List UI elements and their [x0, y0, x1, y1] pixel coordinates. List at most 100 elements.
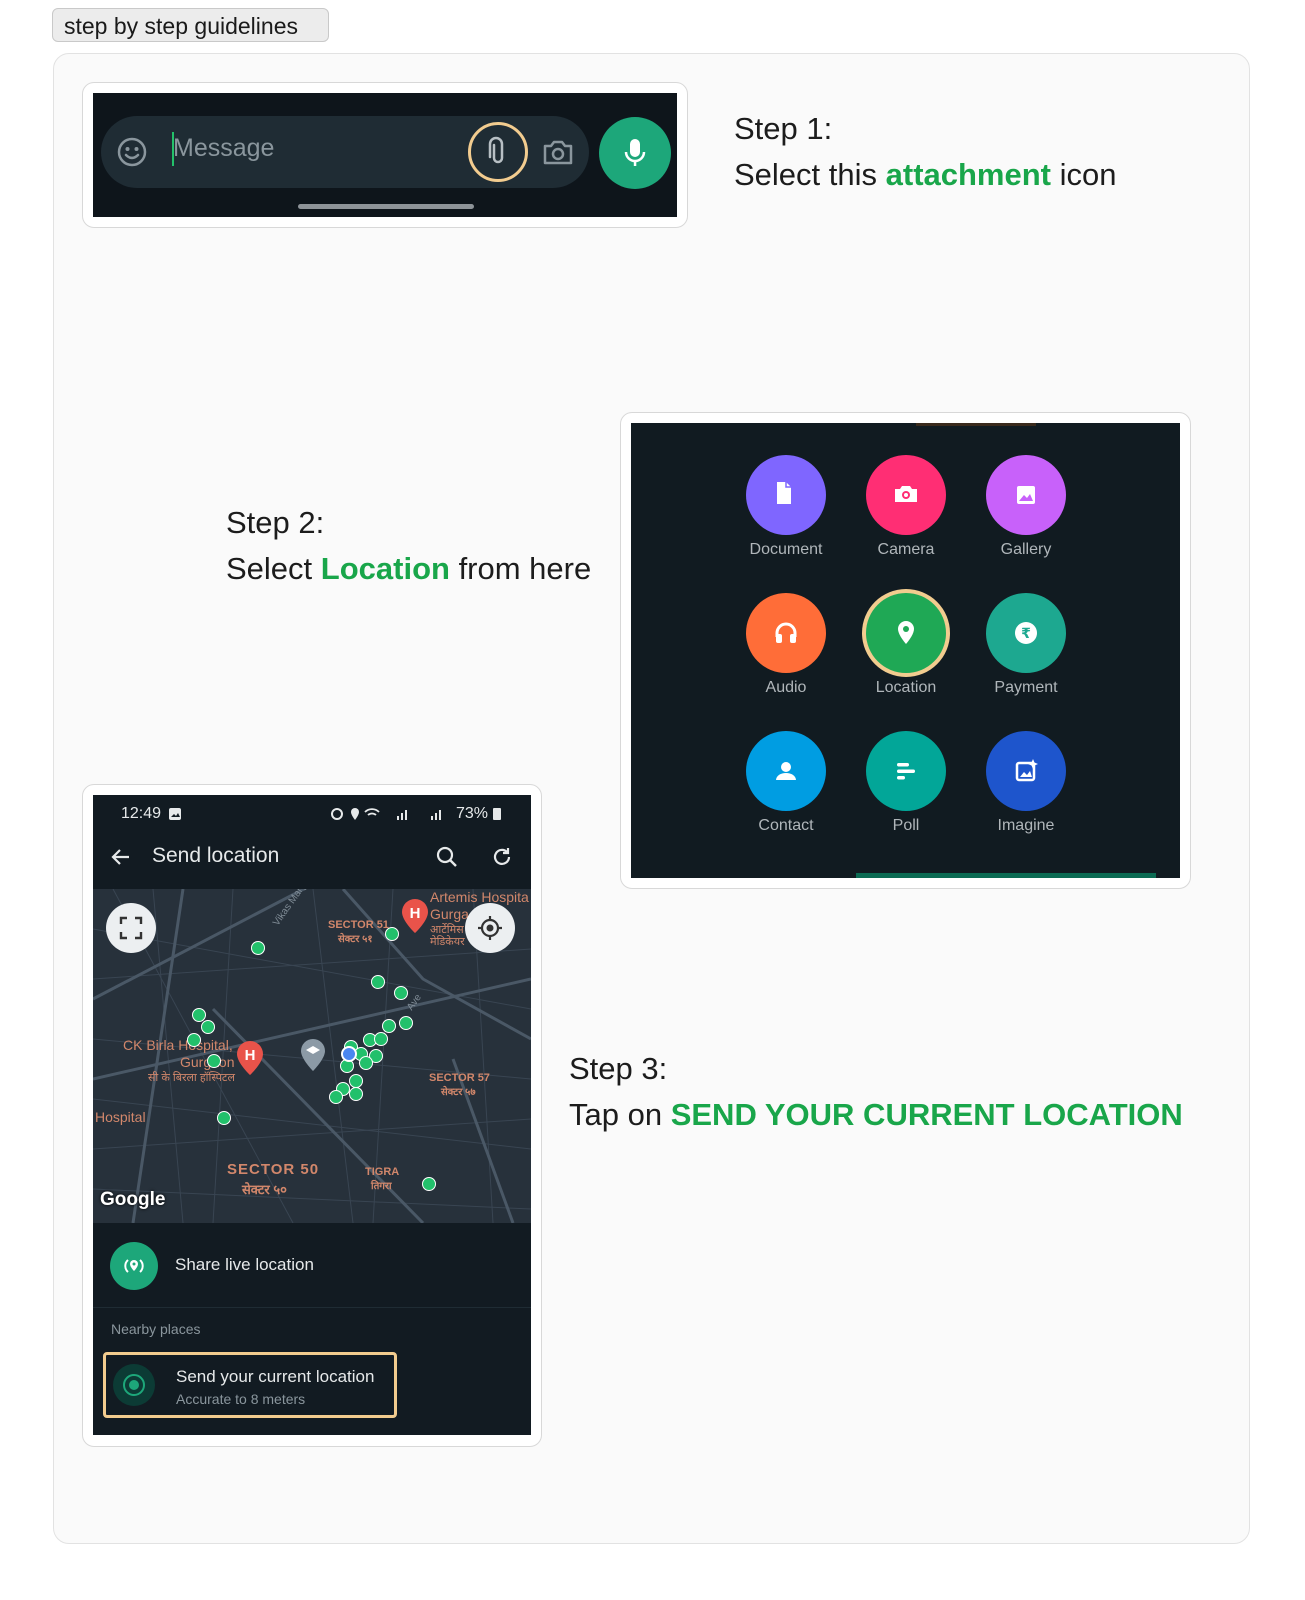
attach-audio-label: Audio	[765, 679, 807, 696]
map-place-dot	[217, 1111, 231, 1125]
share-live-location-row[interactable]: Share live location	[93, 1223, 531, 1308]
attach-location-button[interactable]	[866, 593, 946, 673]
map-place-dot	[399, 1016, 413, 1030]
document-icon	[777, 482, 791, 504]
send-current-label: Send your current location	[176, 1367, 375, 1386]
map-label-gurga: Gurga	[430, 906, 469, 922]
accuracy-label: Accurate to 8 meters	[176, 1391, 306, 1407]
search-icon[interactable]	[435, 845, 459, 869]
attach-location-label: Location	[875, 679, 937, 696]
svg-text:H: H	[245, 1047, 256, 1064]
map-place-dot	[374, 1032, 388, 1046]
rupee-icon: ₹	[1015, 622, 1037, 644]
message-placeholder: Message	[173, 134, 275, 162]
attach-camera-button[interactable]	[866, 455, 946, 535]
fullscreen-button[interactable]	[106, 903, 156, 953]
send-location-screenshot: 12:49 73% Send location Artemis Hospita …	[93, 795, 531, 1435]
map-label-artemis: Artemis Hospita	[430, 889, 529, 905]
attachment-icon[interactable]	[482, 136, 514, 168]
map-label-sector50: SECTOR 50	[227, 1161, 320, 1178]
map-label-sector57-hi: सेक्टर ५७	[441, 1087, 476, 1098]
map-label-tigra-hi: तिगरा	[371, 1181, 392, 1192]
step3-screenshot-card: 12:49 73% Send location Artemis Hospita …	[82, 784, 542, 1447]
map-place-dot	[251, 941, 265, 955]
location-pin-icon	[898, 621, 914, 644]
attach-contact-label: Contact	[758, 817, 814, 834]
map-view[interactable]: Artemis Hospita Gurga आर्टेमिस मेडिकेयर …	[93, 889, 531, 1223]
attachment-menu-screenshot: Document Camera Gallery Audio Location ₹ Payme…	[631, 423, 1180, 878]
step1-highlight: attachment	[885, 157, 1051, 192]
camera-icon[interactable]	[541, 136, 575, 168]
map-place-dot	[371, 975, 385, 989]
svg-text:H: H	[410, 905, 421, 922]
mic-icon	[624, 139, 646, 166]
current-location-marker	[341, 1046, 357, 1062]
status-time: 12:49	[121, 805, 162, 822]
send-current-location-row[interactable]: Send your current location Accurate to 8…	[103, 1352, 397, 1418]
attach-document-button[interactable]	[746, 455, 826, 535]
share-live-label: Share live location	[175, 1255, 314, 1274]
map-place-dot	[207, 1054, 221, 1068]
step2-instruction: Step 2: Select Location from here	[226, 500, 591, 592]
battery-percent: 73%	[456, 805, 489, 822]
mic-button[interactable]	[599, 117, 671, 189]
map-label-ckbirla-hi: सी के बिरला हॉस्पिटल	[148, 1072, 235, 1084]
imagine-icon	[1015, 759, 1038, 782]
map-label-medicare-hi: मेडिकेयर	[430, 936, 465, 948]
my-location-button[interactable]	[465, 903, 515, 953]
map-label-tigra: TIGRA	[365, 1166, 400, 1178]
gallery-status-icon	[169, 808, 181, 820]
attach-poll-label: Poll	[892, 817, 920, 834]
step1-instruction: Step 1: Select this attachment icon	[734, 106, 1116, 198]
step3-title: Step 3:	[569, 1051, 668, 1086]
refresh-icon[interactable]	[490, 845, 514, 869]
map-label-hospital: Hospital	[95, 1109, 146, 1125]
header-title: Send location	[152, 844, 280, 867]
battery-icon	[493, 808, 501, 820]
attach-gallery-label: Gallery	[1000, 541, 1052, 558]
nearby-places-label: Nearby places	[111, 1321, 201, 1337]
map-place-dot	[385, 927, 399, 941]
hospital-pin-icon: H	[402, 899, 428, 933]
map-label-ckbirla: CK Birla Hospital,	[123, 1037, 233, 1053]
map-place-dot	[349, 1087, 363, 1101]
contact-icon	[776, 762, 796, 780]
attach-audio-button[interactable]	[746, 593, 826, 673]
step2-screenshot-card: Document Camera Gallery Audio Location ₹ Payme…	[620, 412, 1191, 889]
step1-screenshot-card: Message	[82, 82, 688, 228]
attach-document-label: Document	[749, 541, 823, 558]
step3-highlight: SEND YOUR CURRENT LOCATION	[670, 1097, 1183, 1132]
attach-payment-button[interactable]: ₹	[986, 593, 1066, 673]
status-indicators-icon	[331, 808, 441, 820]
attach-gallery-button[interactable]	[986, 455, 1066, 535]
svg-text:₹: ₹	[1021, 626, 1031, 642]
live-location-icon	[110, 1242, 158, 1290]
emoji-icon[interactable]	[116, 136, 148, 168]
map-place-dot	[187, 1033, 201, 1047]
message-bar-screenshot: Message	[93, 93, 677, 217]
camera-icon	[895, 486, 917, 502]
poll-icon	[897, 763, 915, 780]
map-label-sector51-hi: सेक्टर ५१	[338, 934, 373, 945]
message-input-bar[interactable]: Message	[101, 116, 589, 188]
attach-camera-label: Camera	[877, 541, 935, 558]
map-label-sector50-hi: सेक्टर ५०	[242, 1182, 287, 1197]
step2-highlight: Location	[320, 551, 450, 586]
gesture-handle	[298, 204, 474, 209]
map-place-dot	[349, 1074, 363, 1088]
map-place-dot	[422, 1177, 436, 1191]
attach-imagine-button[interactable]	[986, 731, 1066, 811]
attach-poll-button[interactable]	[866, 731, 946, 811]
map-label-sector57: SECTOR 57	[429, 1072, 490, 1084]
section-tag: step by step guidelines	[52, 8, 329, 42]
back-arrow-icon[interactable]	[109, 845, 133, 869]
map-place-dot	[382, 1019, 396, 1033]
gallery-icon	[1017, 486, 1035, 504]
map-label-sector51: SECTOR 51	[328, 919, 389, 931]
map-place-dot	[329, 1090, 343, 1104]
current-location-icon	[113, 1364, 155, 1406]
step3-instruction: Step 3: Tap on SEND YOUR CURRENT LOCATIO…	[569, 1046, 1183, 1138]
attach-contact-button[interactable]	[746, 731, 826, 811]
step2-title: Step 2:	[226, 505, 325, 540]
step1-title: Step 1:	[734, 111, 833, 146]
